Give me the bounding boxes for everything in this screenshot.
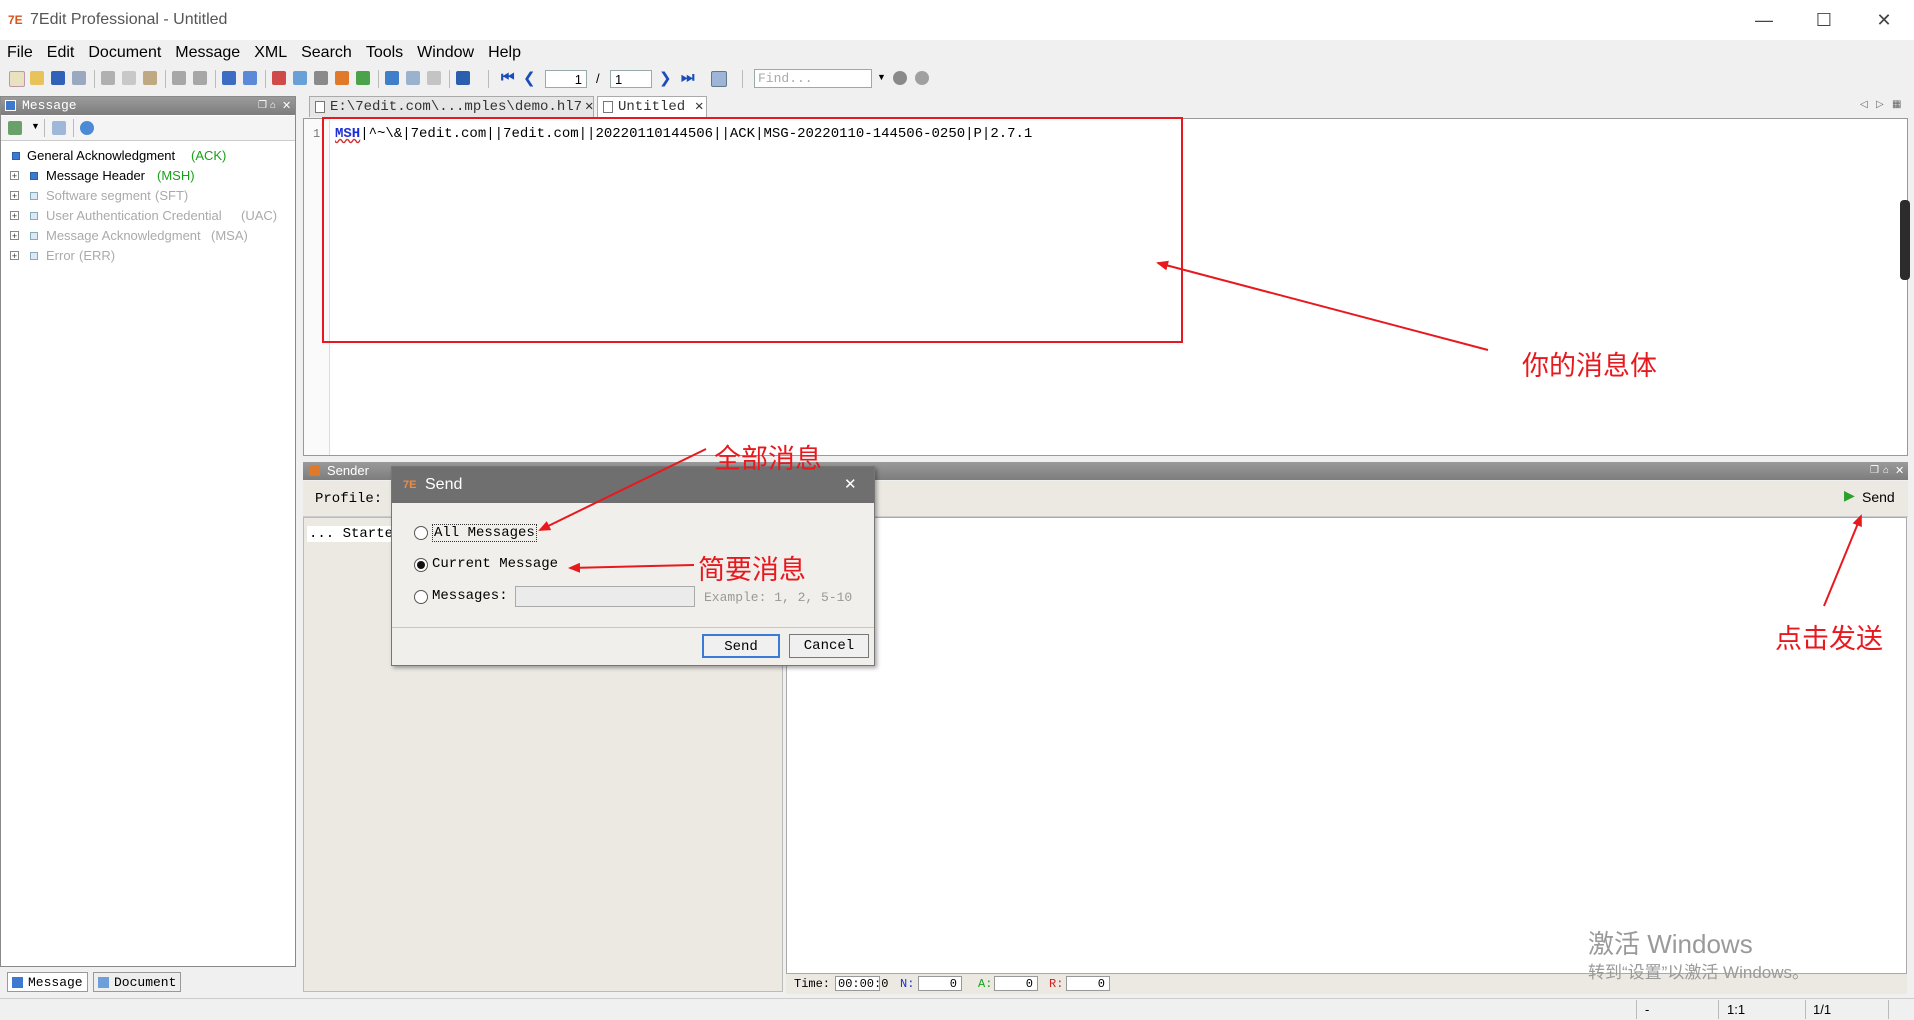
annotation-brief-message: 简要消息 xyxy=(698,555,806,586)
all-messages-arrow xyxy=(538,448,707,531)
brief-message-arrow xyxy=(568,562,695,573)
windows-activation-watermark: 激活 Windows xyxy=(1588,929,1753,959)
annotation-message-body: 你的消息体 xyxy=(1522,351,1657,382)
message-body-arrow xyxy=(1156,260,1489,351)
message-body-highlight-box xyxy=(322,117,1183,343)
annotation-overlay xyxy=(322,117,1862,607)
click-send-arrow xyxy=(1823,514,1862,607)
annotation-all-messages: 全部消息 xyxy=(714,444,822,475)
annotation-click-send: 点击发送 xyxy=(1775,624,1883,655)
windows-activation-hint: 转到“设置”以激活 Windows。 xyxy=(1588,963,1810,982)
